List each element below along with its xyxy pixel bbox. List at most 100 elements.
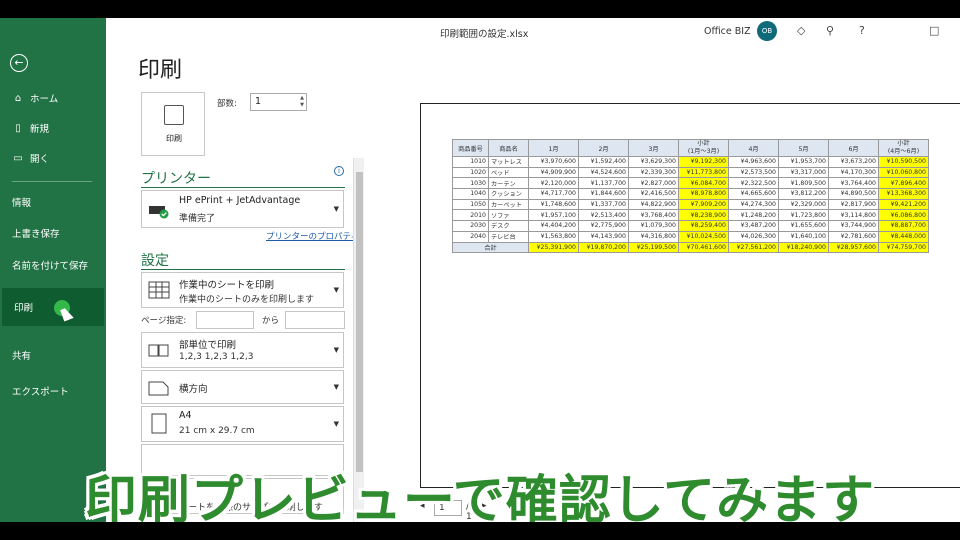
table-row: 1030 カーテン ¥2,120,000 ¥1,137,700 ¥2,827,000 ¥6… — [452, 177, 929, 190]
table-cell: ¥10,590,500 — [878, 156, 929, 168]
nav-item-new[interactable]: ▯ 新規 — [0, 117, 106, 139]
diamond-icon[interactable]: ◇ — [797, 24, 805, 37]
copies-input[interactable]: 1 ▲ ▼ — [250, 93, 307, 111]
landscape-icon — [148, 379, 170, 397]
nav-item-label: 共有 — [12, 351, 32, 362]
table-row: 1040 クッション ¥4,717,700 ¥1,844,600 ¥2,416,500 ¥… — [452, 188, 929, 200]
table-cell: ¥4,909,900 — [528, 166, 579, 179]
paper-size-dropdown[interactable]: A4 21 cm x 29.7 cm ▼ — [141, 406, 344, 442]
nav-item-label: 上書き保存 — [12, 229, 60, 240]
orientation-dropdown[interactable]: 横方向 ▼ — [141, 370, 344, 404]
avatar[interactable]: OB — [757, 21, 777, 41]
table-cell: ¥3,487,200 — [728, 220, 779, 232]
printer-section-title: プリンター — [141, 171, 211, 187]
chevron-down-icon: ▼ — [333, 286, 339, 294]
nav-item-info[interactable]: 情報 — [0, 191, 106, 213]
nav-item-print[interactable]: 印刷 — [2, 288, 104, 326]
nav-item-export[interactable]: エクスポート — [0, 380, 106, 402]
table-row: 2010 ソファ ¥1,957,100 ¥2,513,400 ¥3,768,400 ¥8,… — [452, 209, 929, 222]
table-cell: ¥3,744,900 — [828, 220, 879, 232]
nav-item-home[interactable]: ⌂ ホーム — [0, 87, 106, 109]
table-cell: ¥4,890,500 — [828, 188, 879, 200]
table-cell: 2010 — [452, 209, 489, 222]
table-cell: ¥2,329,000 — [778, 198, 829, 211]
pages-from-input[interactable] — [196, 311, 254, 329]
table-cell: ¥2,416,500 — [628, 188, 679, 200]
table-cell: ¥1,079,300 — [628, 220, 679, 232]
table-cell: 2040 — [452, 230, 489, 243]
table-cell: 1050 — [452, 198, 489, 211]
table-cell: ¥10,060,800 — [878, 166, 929, 179]
maximize-icon[interactable]: □ — [929, 24, 939, 37]
total-cell: ¥28,957,600 — [828, 241, 879, 254]
section-divider — [141, 269, 345, 270]
table-cell: ¥2,573,500 — [728, 166, 779, 179]
setting-line1: 作業中のシートを印刷 — [179, 280, 275, 291]
back-arrow-icon[interactable]: ← — [10, 54, 28, 72]
copies-spinner-icon[interactable]: ▲ ▼ — [300, 95, 304, 109]
table-total-row: 合計 ¥25,391,900 ¥19,870,200 ¥25,199,500 ¥70,4… — [452, 241, 929, 254]
table-row: 1010 マットレス ¥3,970,600 ¥1,592,400 ¥3,629,300 ¥… — [452, 156, 929, 168]
nav-item-label: エクスポート — [12, 387, 69, 398]
table-cell: ¥1,953,700 — [778, 156, 829, 168]
share-icon[interactable]: ⚲ — [826, 24, 834, 37]
print-button[interactable]: 印刷 — [141, 92, 205, 156]
pages-label: ページ指定: — [141, 316, 187, 326]
table-cell: マットレス — [488, 156, 529, 168]
table-cell: ¥1,592,400 — [578, 156, 629, 168]
table-cell: 1030 — [452, 177, 489, 190]
table-cell: ¥4,316,800 — [628, 230, 679, 243]
table-cell: ¥4,717,700 — [528, 188, 579, 200]
account-name[interactable]: Office BIZ — [704, 26, 751, 37]
nav-item-save[interactable]: 上書き保存 — [0, 222, 106, 244]
table-cell: ¥2,339,300 — [628, 166, 679, 179]
printer-icon — [164, 105, 184, 125]
header-cell: 小計 (1月～3月) — [678, 139, 729, 157]
chevron-down-icon: ▼ — [333, 420, 339, 428]
sheet-grid-icon — [148, 281, 170, 299]
table-cell: ¥1,248,200 — [728, 209, 779, 222]
total-cell: ¥74,759,700 — [878, 241, 929, 254]
nav-item-open[interactable]: ▭ 開く — [0, 147, 106, 169]
table-cell: ¥2,781,600 — [828, 230, 879, 243]
table-header-row: 商品番号 商品名 1月 2月 3月 小計 (1月～3月) 4月 5月 6月 小計… — [452, 139, 929, 157]
scrollbar-thumb[interactable] — [356, 172, 363, 472]
table-row: 1020 ベッド ¥4,909,900 ¥4,524,600 ¥2,339,300 ¥11… — [452, 166, 929, 179]
collate-dropdown[interactable]: 部単位で印刷 1,2,3 1,2,3 1,2,3 ▼ — [141, 332, 344, 368]
preview-table: 商品番号 商品名 1月 2月 3月 小計 (1月～3月) 4月 5月 6月 小計… — [452, 139, 929, 254]
video-caption: 印刷プレビューで確認してみます — [84, 471, 876, 522]
total-cell: ¥70,461,600 — [678, 241, 729, 254]
chevron-down-icon: ▼ — [333, 205, 339, 213]
help-icon[interactable]: ? — [859, 24, 865, 37]
table-cell: ベッド — [488, 166, 529, 179]
table-cell: ¥1,748,600 — [528, 198, 579, 211]
table-cell: ¥4,963,600 — [728, 156, 779, 168]
nav-item-label: ホーム — [30, 94, 59, 105]
table-cell: ¥8,978,800 — [678, 188, 729, 200]
paper-icon — [148, 413, 170, 434]
table-cell: 1010 — [452, 156, 489, 168]
table-cell: クッション — [488, 188, 529, 200]
table-cell: ¥2,827,000 — [628, 177, 679, 190]
printer-properties-link[interactable]: プリンターのプロパティ — [266, 230, 359, 242]
pages-to-input[interactable] — [285, 311, 345, 329]
info-icon[interactable]: i — [334, 166, 344, 176]
chevron-down-icon: ▼ — [333, 346, 339, 354]
total-cell: ¥25,391,900 — [528, 241, 579, 254]
nav-item-save-as[interactable]: 名前を付けて保存 — [0, 254, 106, 276]
table-cell: 1040 — [452, 188, 489, 200]
total-cell: ¥27,561,200 — [728, 241, 779, 254]
table-cell: ¥8,887,700 — [878, 220, 929, 232]
nav-item-share[interactable]: 共有 — [0, 344, 106, 366]
table-cell: ¥3,114,800 — [828, 209, 879, 222]
table-cell: ¥1,957,100 — [528, 209, 579, 222]
table-cell: ¥8,259,400 — [678, 220, 729, 232]
collate-icon — [148, 342, 170, 360]
table-cell: ¥2,120,000 — [528, 177, 579, 190]
print-button-label: 印刷 — [166, 134, 182, 143]
table-cell: ¥1,337,700 — [578, 198, 629, 211]
table-cell: ¥4,026,300 — [728, 230, 779, 243]
print-what-dropdown[interactable]: 作業中のシートを印刷 作業中のシートのみを印刷します ▼ — [141, 272, 344, 308]
printer-dropdown[interactable]: HP ePrint + JetAdvantage 準備完了 ▼ — [141, 190, 344, 228]
table-cell: ¥3,673,200 — [828, 156, 879, 168]
